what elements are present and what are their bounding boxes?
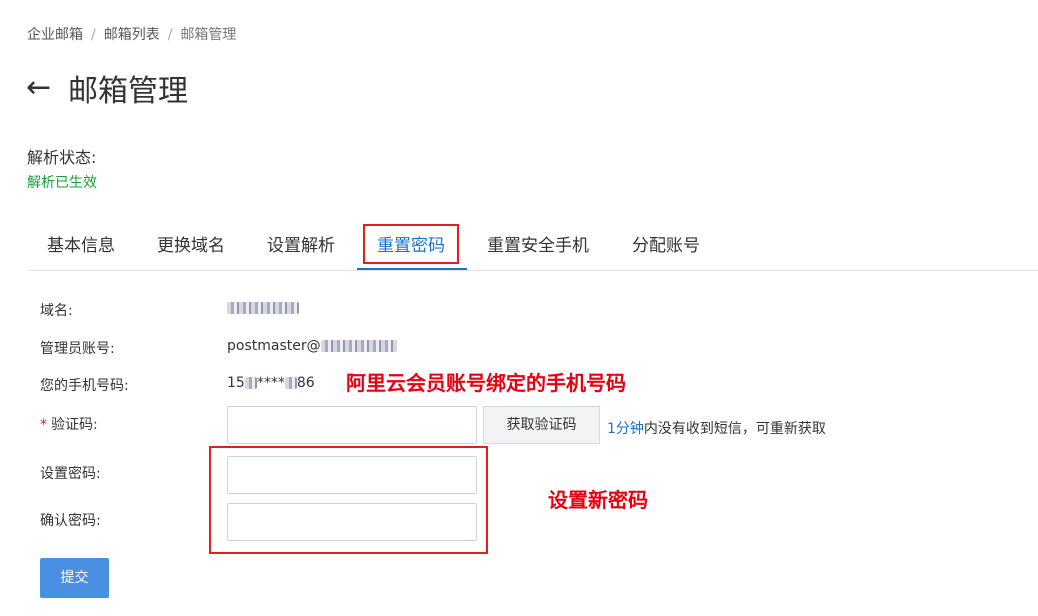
breadcrumb-item-enterprise-mail[interactable]: 企业邮箱	[27, 27, 83, 43]
breadcrumb-separator: /	[91, 27, 96, 43]
password-highlight-box	[209, 446, 488, 554]
back-arrow-icon[interactable]: ←	[26, 68, 62, 108]
tab-bar: 基本信息 更换域名 设置解析 重置密码 重置安全手机 分配账号	[27, 226, 1038, 271]
phone-mask: ****	[256, 375, 285, 391]
redacted-phone-digit	[284, 377, 297, 389]
resolve-status-value: 解析已生效	[27, 175, 97, 191]
redacted-admin-domain	[320, 340, 397, 352]
breadcrumb-separator: /	[167, 27, 173, 43]
domain-value	[227, 300, 299, 316]
resolve-status-label: 解析状态:	[27, 148, 97, 167]
tab-basic-info[interactable]: 基本信息	[47, 226, 115, 270]
tab-highlight-box	[363, 224, 459, 264]
redacted-domain	[227, 302, 299, 314]
admin-account-value: postmaster@	[227, 338, 397, 354]
phone-value: 15 **** 86	[227, 375, 315, 391]
admin-account-label: 管理员账号:	[40, 341, 115, 357]
admin-account-prefix: postmaster@	[227, 338, 321, 354]
tab-resolve-settings[interactable]: 设置解析	[267, 226, 335, 270]
breadcrumb-item-mailbox-management: 邮箱管理	[180, 27, 237, 43]
phone-annotation: 阿里云会员账号绑定的手机号码	[346, 371, 626, 395]
active-tab-indicator	[357, 268, 467, 270]
tab-assign-account[interactable]: 分配账号	[632, 226, 700, 270]
sms-hint: 1分钟内没有收到短信，可重新获取	[607, 418, 826, 438]
verification-code-label: * 验证码:	[40, 414, 98, 434]
tab-reset-security-phone[interactable]: 重置安全手机	[487, 226, 589, 270]
phone-label: 您的手机号码:	[40, 378, 129, 394]
confirm-password-label: 确认密码:	[40, 513, 101, 529]
phone-suffix: 86	[296, 375, 315, 391]
domain-label: 域名:	[40, 303, 73, 319]
page-header: ← 邮箱管理	[26, 66, 188, 110]
new-password-label: 设置密码:	[40, 466, 101, 482]
verification-code-input[interactable]	[227, 406, 477, 444]
redacted-phone-digit	[244, 377, 257, 389]
verification-code-label-text: 验证码:	[51, 417, 98, 433]
page-title: 邮箱管理	[68, 74, 188, 109]
breadcrumb-item-mailbox-list[interactable]: 邮箱列表	[104, 27, 160, 43]
submit-button[interactable]: 提交	[40, 558, 109, 598]
required-mark: *	[40, 417, 47, 433]
get-verification-code-button[interactable]: 获取验证码	[483, 406, 600, 444]
tab-change-domain[interactable]: 更换域名	[157, 226, 225, 270]
sms-countdown: 1分钟	[607, 421, 644, 437]
password-annotation: 设置新密码	[548, 488, 648, 512]
phone-prefix: 15	[227, 375, 245, 391]
sms-hint-text: 内没有收到短信，可重新获取	[643, 421, 826, 437]
breadcrumb: 企业邮箱 / 邮箱列表 / 邮箱管理	[27, 24, 236, 44]
